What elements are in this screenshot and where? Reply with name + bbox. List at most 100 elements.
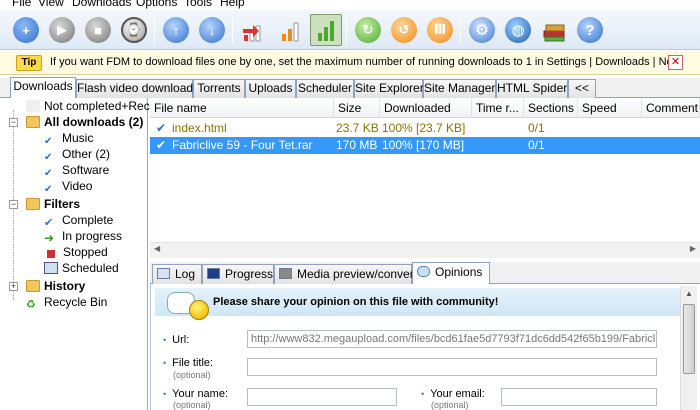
your-email-field[interactable] [501,388,657,406]
settings-button[interactable]: ⚙ [466,14,498,46]
stopped-icon [47,250,55,258]
vertical-scrollbar[interactable]: ▲ [680,286,697,410]
your-email-optional: (optional) [431,400,469,410]
help-button[interactable]: ? [574,14,606,46]
table-row[interactable]: ✔ Fabriclive 59 - Four Tet.rar 170 MB 10… [150,137,700,154]
move-down-button[interactable]: ↓ [196,14,228,46]
tab-html-spider[interactable]: HTML Spider [496,79,568,98]
url-label-text: Url: [172,334,190,346]
traffic-low-button[interactable] [238,14,270,46]
menu-downloads[interactable]: Downloads [72,0,131,10]
tree-item-stopped[interactable]: Stopped [44,244,108,260]
close-tip-button[interactable]: ✕ [668,55,683,70]
menu-help[interactable]: Help [220,0,245,10]
tree-item-all-downloads[interactable]: All downloads (2) [26,114,143,130]
stop-button[interactable]: ■ [82,14,114,46]
bullet-icon: • [163,389,167,399]
tab-scheduler[interactable]: Scheduler [296,79,354,98]
tab-opinions[interactable]: Opinions [412,262,490,284]
column-header-sections[interactable]: Sections [524,98,578,118]
expand-toggle[interactable]: + [9,282,18,291]
tip-label: Tip [16,55,42,71]
tree-item-video[interactable]: ✔ Video [44,178,93,195]
column-header-file-name[interactable]: File name [150,98,334,118]
tab-label: Media preview/convert [297,267,418,281]
restart-icon: ↺ [391,17,417,43]
tree-item-music[interactable]: ✔ Music [44,130,94,147]
tab-label: Progress [225,267,274,281]
restart-button[interactable]: ↺ [388,14,420,46]
pause-all-button[interactable]: Ⅲ [424,14,456,46]
tab-uploads[interactable]: Uploads [245,79,296,98]
tab-downloads[interactable]: Downloads [10,77,76,98]
menu-view[interactable]: View [38,0,64,10]
tab-label: Log [175,267,196,281]
column-header-time-remaining[interactable]: Time r... [472,98,524,118]
your-name-field[interactable] [247,388,397,406]
horizontal-scrollbar[interactable]: ◀ ▶ [150,242,700,258]
scroll-thumb[interactable] [683,304,695,374]
tree-item-label: Complete [62,213,114,227]
tab-torrents[interactable]: Torrents [193,79,245,98]
tree-item-scheduled[interactable]: Scheduled [44,260,119,276]
tree-item-complete[interactable]: ✔ Complete [44,212,114,229]
tab-site-manager[interactable]: Site Manager [423,79,496,98]
column-header-speed[interactable]: Speed [578,98,642,118]
globe-icon: ◍ [505,17,531,43]
close-icon: ✕ [670,56,681,68]
stop-icon: ■ [85,17,111,43]
sections-cell: 0/1 [528,138,545,152]
details-tabs: Log Progress Media preview/convert Opini… [150,262,700,284]
collapse-toggle[interactable]: − [9,200,18,209]
tree-item-label: Music [62,131,94,145]
books-button[interactable] [538,14,570,46]
folder-icon [26,116,40,128]
url-field[interactable]: http://www832.megaupload.com/files/bcd61… [247,330,657,348]
tree-item-filters[interactable]: Filters [26,196,80,212]
file-title-field[interactable] [247,358,657,376]
film-icon [279,268,292,279]
tree-item-not-completed[interactable]: Not completed+Rec [26,98,150,114]
start-button[interactable]: ▶ [46,14,78,46]
tab-media-preview[interactable]: Media preview/convert [274,264,417,284]
add-download-button[interactable]: + [10,14,42,46]
tab-site-explorer[interactable]: Site Explorer [354,79,424,98]
tab-flash-video-downloads[interactable]: Flash video downloads [76,79,199,98]
arrow-up-icon: ↑ [163,17,189,43]
menu-options[interactable]: Options [136,0,177,10]
bullet-icon: • [421,389,425,399]
table-row[interactable]: ✔ index.html 23.7 KB 100% [23.7 KB] 0/1 [150,120,700,137]
menu-file[interactable]: File [12,0,31,10]
traffic-high-button[interactable] [310,14,342,46]
scheduled-icon [44,262,58,274]
tree-item-label: Video [62,179,93,193]
tab-log[interactable]: Log [152,264,202,284]
check-icon: ✔ [44,184,53,195]
column-header-downloaded[interactable]: Downloaded [380,98,472,118]
tab-progress[interactable]: Progress [202,264,274,284]
schedule-button[interactable]: ⌚ [118,14,150,46]
menu-tools[interactable]: Tools [184,0,212,10]
refresh-button[interactable]: ↻ [352,14,384,46]
recycle-bin-icon: ♻ [26,299,36,311]
network-button[interactable]: ◍ [502,14,534,46]
tree-item-software[interactable]: ✔ Software [44,162,109,179]
tab-collapse[interactable]: << [568,79,596,98]
size-cell: 170 MB [336,138,378,152]
toolbar-separator [232,16,233,44]
column-header-comment[interactable]: Comment [642,98,700,118]
tree-item-label: History [44,279,86,293]
completed-check-icon: ✔ [156,138,167,152]
tree-item-recycle-bin[interactable]: ♻ Recycle Bin [26,294,107,311]
traffic-medium-button[interactable] [274,14,306,46]
sections-cell: 0/1 [528,121,545,135]
column-header-size[interactable]: Size [334,98,380,118]
tree-item-history[interactable]: History [26,278,85,294]
toolbar-separator [346,16,347,44]
tree-item-other[interactable]: ✔ Other (2) [44,146,110,163]
downloaded-cell: 100% [170 MB] [382,138,465,152]
opinions-panel: Please share your opinion on this file w… [150,284,700,410]
move-up-button[interactable]: ↑ [160,14,192,46]
collapse-toggle[interactable]: − [9,118,18,127]
tree-item-in-progress[interactable]: ➜ In progress [44,228,122,245]
